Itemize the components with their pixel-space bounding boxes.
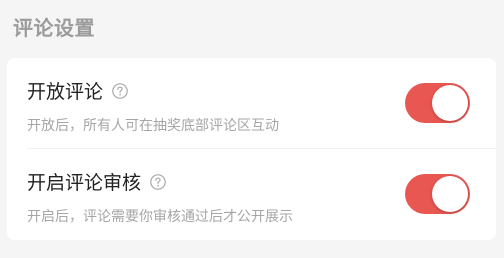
setting-row-open-comments: 开放评论 开放后，所有人可在抽奖底部评论区互动 — [7, 58, 496, 149]
open-comments-toggle[interactable] — [405, 83, 470, 123]
setting-label: 开启评论审核 — [27, 172, 142, 194]
toggle-knob — [432, 176, 468, 212]
question-circle-icon[interactable] — [112, 82, 128, 99]
question-circle-icon[interactable] — [150, 173, 166, 190]
comment-review-toggle[interactable] — [405, 174, 470, 214]
setting-title-group: 开放评论 — [27, 77, 128, 104]
settings-card: 开放评论 开放后，所有人可在抽奖底部评论区互动 开启评论审核 开启后，评论需要你… — [7, 58, 496, 240]
setting-title-group: 开启评论审核 — [27, 168, 166, 195]
setting-label: 开放评论 — [27, 81, 104, 103]
section-title: 评论设置 — [13, 16, 95, 40]
toggle-knob — [432, 85, 468, 121]
setting-row-comment-review: 开启评论审核 开启后，评论需要你审核通过后才公开展示 — [7, 149, 496, 240]
setting-description: 开启后，评论需要你审核通过后才公开展示 — [27, 209, 293, 225]
setting-description: 开放后，所有人可在抽奖底部评论区互动 — [27, 118, 279, 134]
